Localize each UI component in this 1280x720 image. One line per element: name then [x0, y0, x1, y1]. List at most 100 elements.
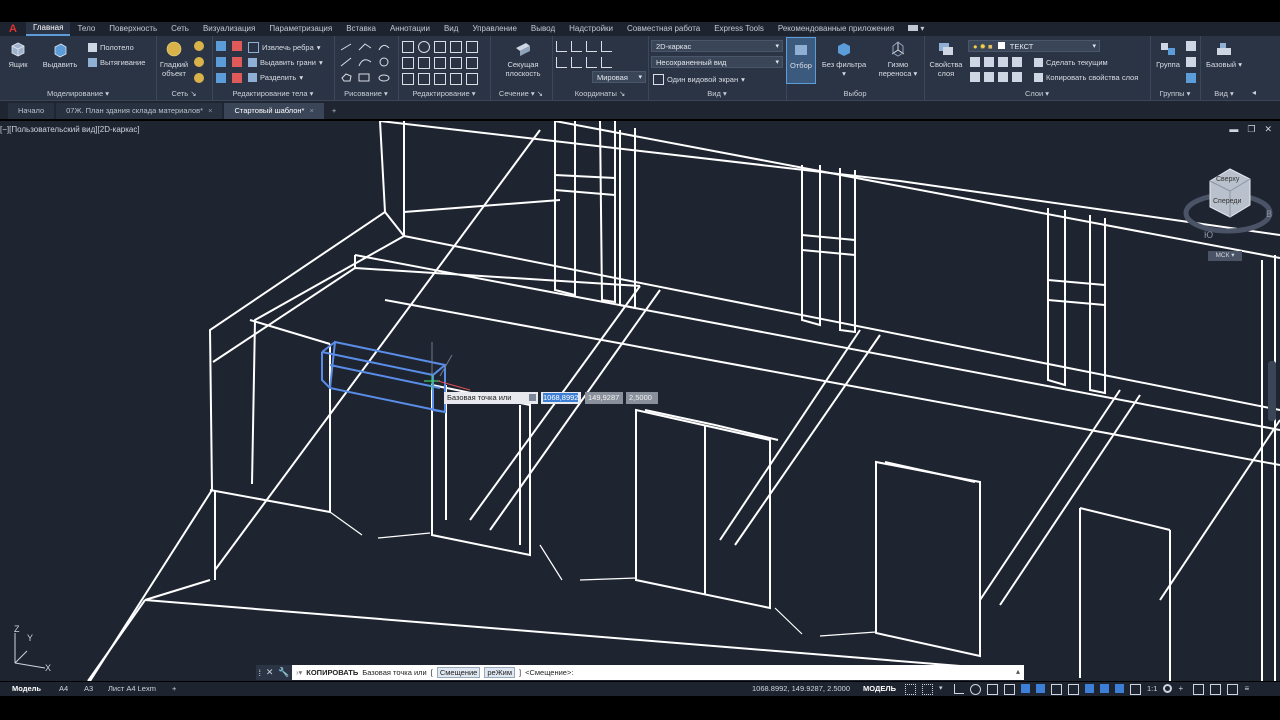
grid-icon[interactable] [905, 684, 916, 695]
extract-edges-button[interactable]: Извлечь ребра ▾ [248, 41, 321, 53]
extrude-faces-button[interactable]: Выдавить грани ▾ [248, 56, 323, 68]
dynamic-input-z[interactable]: 2,5000 [626, 392, 658, 404]
customize-icon[interactable]: 🔧 [278, 667, 289, 678]
tab-insert[interactable]: Вставка [339, 22, 383, 36]
subtract-icon[interactable] [216, 57, 226, 67]
tab-featured-apps[interactable]: Рекомендованные приложения [771, 22, 901, 36]
make-current-button[interactable]: Сделать текущим [1034, 56, 1108, 68]
mesh-tool-icon[interactable] [194, 57, 204, 67]
lineweight-icon[interactable] [1051, 684, 1062, 695]
gizmo-toggle-icon[interactable] [1130, 684, 1141, 695]
match-layer-button[interactable]: Копировать свойства слоя [1034, 71, 1138, 83]
tab-addins[interactable]: Надстройки [562, 22, 620, 36]
options-arrow-icon[interactable] [529, 394, 536, 401]
box-button[interactable]: Ящик [0, 40, 36, 69]
named-view-combo[interactable]: Несохраненный вид ▾ [651, 56, 783, 68]
visual-style-combo[interactable]: 2D-каркас ▾ [651, 40, 783, 52]
extend-icon[interactable] [434, 73, 446, 85]
snap-icon[interactable] [922, 684, 933, 695]
panel-layers-title[interactable]: Слои ▾ [924, 89, 1150, 99]
align-icon[interactable] [450, 73, 462, 85]
ribbon-options-icon[interactable]: ▾ [901, 22, 931, 36]
polar-icon[interactable] [970, 684, 981, 695]
move-icon[interactable] [402, 41, 414, 53]
group-tool-icon[interactable] [1186, 41, 1196, 51]
compass-south-label[interactable]: Ю [1204, 230, 1213, 240]
layout-tab-a4-lexm[interactable]: Лист А4 Lexm [108, 682, 156, 696]
ucs-icon[interactable] [601, 57, 612, 68]
dynamic-input-y[interactable]: 149,9287 [585, 392, 623, 404]
tab-visualize[interactable]: Визуализация [196, 22, 262, 36]
tab-parametric[interactable]: Параметризация [262, 22, 339, 36]
union-icon[interactable] [216, 41, 226, 51]
break-icon[interactable] [466, 73, 478, 85]
panel-modeling-title[interactable]: Моделирование ▾ [0, 89, 156, 99]
tab-annotate[interactable]: Аннотации [383, 22, 437, 36]
layout-tab-a3[interactable]: А3 [84, 682, 93, 696]
doc-tab-warehouse-plan[interactable]: 07Ж. План здания склада материалов* × [56, 103, 223, 119]
tab-express-tools[interactable]: Express Tools [707, 22, 771, 36]
explode-icon[interactable] [450, 57, 462, 69]
fillet-icon[interactable] [434, 57, 446, 69]
stretch-icon[interactable] [402, 73, 414, 85]
panel-view-title[interactable]: Вид ▾ [648, 89, 786, 99]
panel-solid-edit-title[interactable]: Редактирование тела ▾ [212, 89, 334, 99]
layout-tab-model[interactable]: Модель [12, 682, 41, 696]
copy-icon[interactable] [402, 57, 414, 69]
erase-icon[interactable] [466, 41, 478, 53]
tab-mesh[interactable]: Сеть [164, 22, 196, 36]
layer-tool-icon[interactable] [984, 57, 994, 67]
selection-filter-icon[interactable] [1115, 684, 1124, 693]
panel-coordinates-title[interactable]: Координаты ↘ [552, 89, 648, 99]
ucs-menu[interactable]: МСК ▾ [1208, 251, 1242, 261]
presspull-button[interactable]: Вытягивание [88, 56, 145, 68]
nav-bar-scroll[interactable] [1268, 361, 1276, 421]
doc-tab-start[interactable]: Начало [8, 103, 55, 119]
layer-tool-icon[interactable] [984, 72, 994, 82]
panel-modify-title[interactable]: Редактирование ▾ [398, 89, 490, 99]
layer-combo[interactable]: ● ✹ ■ ТЕКСТ ▾ [968, 40, 1100, 52]
group-button[interactable]: Группа [1152, 40, 1184, 69]
mesh-tool-icon[interactable] [194, 73, 204, 83]
isodraft-icon[interactable] [987, 684, 998, 695]
offset-icon[interactable] [466, 57, 478, 69]
ucs-icon[interactable] [586, 57, 597, 68]
layer-tool-icon[interactable] [1012, 57, 1022, 67]
annotation-scale[interactable]: 1:1 [1147, 684, 1157, 695]
ucs-icon[interactable] [586, 41, 597, 52]
clean-screen-icon[interactable] [1227, 684, 1239, 695]
tab-output[interactable]: Вывод [524, 22, 562, 36]
dynamic-ucs-icon[interactable] [1100, 684, 1109, 693]
viewcube-front-label[interactable]: Спереди [1213, 198, 1241, 205]
compass-east-label[interactable]: В [1266, 209, 1272, 219]
panel-view2-title[interactable]: Вид ▾ [1200, 89, 1248, 99]
panel-selection-title[interactable]: Выбор [786, 89, 924, 99]
section-plane-button[interactable]: Секущая плоскость [503, 40, 543, 78]
layer-tool-icon[interactable] [970, 57, 980, 67]
trim-icon[interactable] [434, 41, 446, 53]
close-tab-icon[interactable]: × [208, 106, 212, 115]
osnap-icon[interactable] [1021, 684, 1030, 693]
tab-view[interactable]: Вид [437, 22, 465, 36]
isolate-objects-icon[interactable] [1210, 684, 1222, 695]
viewport-config-button[interactable]: Один видовой экран ▾ [653, 73, 745, 85]
layer-tool-icon[interactable] [998, 72, 1008, 82]
panel-draw-title[interactable]: Рисование ▾ [334, 89, 398, 99]
tab-manage[interactable]: Управление [465, 22, 523, 36]
tab-home[interactable]: Главная [26, 22, 71, 36]
ucs-icon[interactable] [556, 57, 567, 68]
autocad-logo[interactable]: A [0, 23, 26, 35]
lightbulb-icon[interactable]: ● [973, 42, 978, 51]
base-view-button[interactable]: Базовый ▾ [1202, 40, 1246, 69]
panel-groups-title[interactable]: Группы ▾ [1150, 89, 1200, 99]
customize-menu-icon[interactable]: ≡ [1244, 684, 1253, 693]
smooth-object-button[interactable]: Гладкий объект [156, 40, 192, 78]
command-history-icon[interactable]: ›▾ [296, 668, 302, 677]
chamfer-edge-icon[interactable] [232, 57, 242, 67]
intersect-icon[interactable] [216, 73, 226, 83]
viewcube-top-label[interactable]: Сверху [1216, 176, 1240, 183]
tab-solid[interactable]: Тело [70, 22, 102, 36]
draw-tools[interactable] [339, 41, 395, 83]
separate-button[interactable]: Разделить ▾ [248, 71, 303, 83]
units-icon[interactable] [1193, 684, 1205, 695]
